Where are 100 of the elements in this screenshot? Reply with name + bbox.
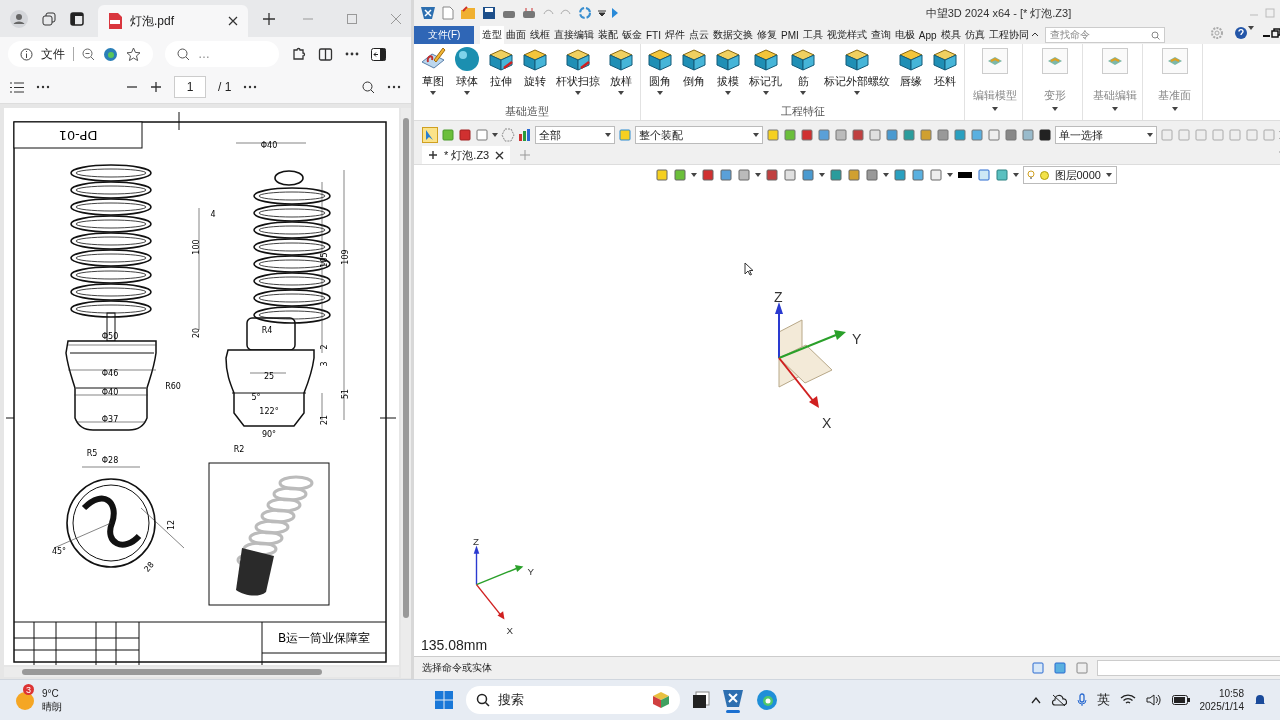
star-icon[interactable]	[126, 46, 141, 62]
view-tool-icon[interactable]	[672, 168, 687, 182]
view-tool-icon[interactable]	[736, 168, 751, 182]
expand-icon[interactable]	[612, 8, 618, 18]
maximize-icon[interactable]	[347, 13, 357, 24]
clock-time[interactable]: 10:58	[1218, 687, 1244, 701]
ribbon-tab[interactable]: 工程协同	[986, 26, 1031, 44]
document-tab[interactable]: * 灯泡.Z3	[422, 146, 511, 164]
sidebar-icon[interactable]	[371, 47, 386, 61]
ribbon-tab[interactable]: 查询	[868, 26, 893, 44]
ribbon-tool[interactable]: 草图	[418, 46, 448, 98]
view-tool-icon[interactable]	[764, 168, 779, 182]
ribbon-tool[interactable]: 倒角	[679, 46, 709, 98]
refresh-icon[interactable]	[578, 6, 592, 20]
restore-icon[interactable]	[1271, 26, 1280, 40]
bar-chart-icon[interactable]	[518, 128, 532, 142]
start-icon[interactable]	[434, 690, 454, 711]
view-tool-icon[interactable]	[910, 168, 925, 182]
chevron-up-icon[interactable]	[1030, 696, 1041, 705]
add-icon[interactable]	[441, 128, 455, 142]
close-icon[interactable]	[228, 16, 238, 26]
app-logo-icon[interactable]	[420, 5, 436, 21]
ribbon-tool[interactable]: 拔模	[713, 46, 743, 98]
open-folder-icon[interactable]	[460, 6, 476, 20]
view-tool-icon[interactable]	[970, 128, 984, 142]
zoom-in-icon[interactable]	[150, 81, 162, 93]
frame-icon[interactable]	[976, 168, 991, 182]
scrollbar-thumb[interactable]	[403, 118, 409, 618]
file-menu[interactable]: 文件(F)	[414, 26, 474, 44]
command-search-field[interactable]: 查找命令	[1044, 27, 1165, 43]
tab-actions-icon[interactable]	[70, 11, 84, 26]
microphone-icon[interactable]	[1076, 693, 1087, 708]
save-icon[interactable]	[482, 6, 496, 20]
layer-dropdown[interactable]: 图层0000	[1022, 166, 1117, 184]
ribbon-tab[interactable]: FTI	[644, 26, 663, 44]
more-icon[interactable]	[345, 52, 359, 56]
filter-dropdown[interactable]: 全部	[535, 126, 615, 144]
select-pointer-icon[interactable]	[422, 127, 438, 143]
ribbon-tool[interactable]: 筋	[788, 46, 818, 98]
ribbon-tab[interactable]: PMI	[779, 26, 801, 44]
task-view-icon[interactable]	[692, 691, 710, 710]
customize-icon[interactable]	[598, 9, 606, 17]
ribbon-tab[interactable]: 造型	[480, 26, 504, 44]
cad-app-taskbar-icon[interactable]	[722, 687, 744, 713]
help-icon[interactable]	[1234, 26, 1248, 40]
cloud-icon[interactable]	[1050, 694, 1067, 707]
view-tool-icon[interactable]	[828, 168, 843, 182]
ribbon-tool[interactable]: 放样	[606, 46, 636, 98]
selection-mode-dropdown[interactable]: 单一选择	[1055, 126, 1157, 144]
view-tool-icon[interactable]	[936, 128, 950, 142]
view-tool-icon[interactable]	[782, 168, 797, 182]
ribbon-tool[interactable]: 标记孔	[747, 46, 784, 98]
remove-icon[interactable]	[458, 128, 472, 142]
close-icon[interactable]	[495, 150, 505, 160]
ribbon-tab[interactable]: 装配	[596, 26, 620, 44]
input-method-indicator[interactable]: 英	[1096, 691, 1110, 710]
screen-icon[interactable]	[1053, 661, 1067, 676]
ribbon-tab[interactable]: 线框	[528, 26, 552, 44]
ribbon-tab[interactable]: 焊件	[663, 26, 687, 44]
ribbon-tool[interactable]: 坯料	[930, 46, 960, 98]
ribbon-tab[interactable]: 数据交换	[711, 26, 755, 44]
more-icon[interactable]	[36, 85, 50, 89]
ribbon-tab[interactable]: 钣金	[620, 26, 644, 44]
ribbon-tab[interactable]: 视觉样式	[824, 26, 869, 44]
view-tool-icon[interactable]	[834, 128, 848, 142]
view-tool-icon[interactable]	[864, 168, 879, 182]
edge-browser-icon[interactable]	[756, 689, 778, 712]
more-icon[interactable]	[387, 85, 401, 89]
new-file-icon[interactable]	[442, 6, 454, 20]
collections-icon[interactable]	[42, 11, 56, 26]
view-tool-icon[interactable]	[1004, 128, 1018, 142]
view-tool-icon[interactable]	[846, 168, 861, 182]
search-icon[interactable]	[362, 80, 375, 94]
ribbon-tab[interactable]: 曲面	[504, 26, 528, 44]
view-tool-icon[interactable]	[800, 168, 815, 182]
address-bar[interactable]: 文件	[8, 41, 153, 67]
search-field[interactable]: …	[165, 41, 279, 67]
ribbon-tab[interactable]: 模具	[938, 26, 963, 44]
ribbon-tab[interactable]: 电极	[892, 26, 917, 44]
volume-icon[interactable]	[1145, 694, 1162, 707]
stop-icon[interactable]	[1038, 128, 1052, 142]
ribbon-tool[interactable]: 标记外部螺纹	[822, 46, 892, 98]
settings-icon[interactable]	[1210, 26, 1224, 40]
assembly-icon[interactable]	[618, 128, 632, 142]
ribbon-tab[interactable]: 修复	[755, 26, 779, 44]
command-input-field[interactable]	[1097, 660, 1280, 677]
layer-icon[interactable]	[994, 168, 1009, 182]
edge-logo-icon[interactable]	[103, 46, 118, 62]
ribbon-tab[interactable]: 直接编辑	[552, 26, 596, 44]
pin-icon[interactable]	[428, 150, 438, 160]
view-tool-icon[interactable]	[654, 168, 669, 182]
ribbon-tab[interactable]: 工具	[800, 26, 825, 44]
ribbon-tool[interactable]: 圆角	[645, 46, 675, 98]
browser-tab[interactable]: 灯泡.pdf	[98, 5, 248, 37]
contents-icon[interactable]	[10, 81, 24, 93]
profile-icon[interactable]	[10, 9, 28, 28]
view-tool-icon[interactable]	[902, 128, 916, 142]
ribbon-tool[interactable]: 球体	[452, 46, 482, 98]
ribbon-tool[interactable]: 拉伸	[486, 46, 516, 98]
print-icon[interactable]	[522, 7, 536, 19]
